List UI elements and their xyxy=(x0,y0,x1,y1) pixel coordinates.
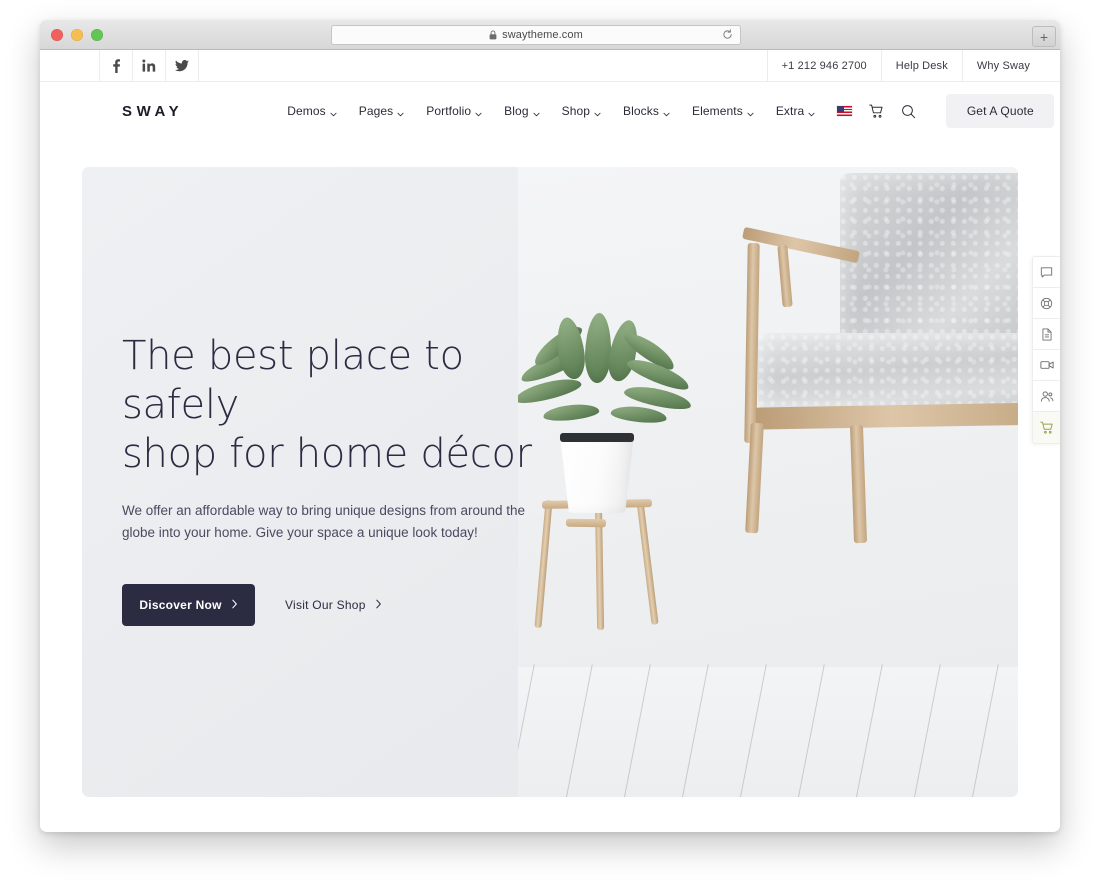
discover-now-label: Discover Now xyxy=(139,598,222,613)
minimize-button[interactable] xyxy=(71,29,83,41)
chevron-down-icon xyxy=(594,107,601,116)
nav-item-demos[interactable]: Demos xyxy=(287,104,337,118)
floating-side-rail xyxy=(1032,256,1060,444)
url-text: swaytheme.com xyxy=(502,29,583,41)
nav-item-blog[interactable]: Blog xyxy=(504,104,540,118)
nav-label: Pages xyxy=(358,104,394,118)
rail-video-camera-icon[interactable] xyxy=(1033,350,1060,381)
get-a-quote-button[interactable]: Get A Quote xyxy=(946,94,1055,128)
browser-titlebar: swaytheme.com + xyxy=(40,20,1060,50)
nav-label: Extra xyxy=(775,104,805,118)
chevron-down-icon xyxy=(808,107,815,116)
linkedin-icon[interactable] xyxy=(132,50,166,81)
nav-item-shop[interactable]: Shop xyxy=(562,104,601,118)
hero-subtitle: We offer an affordable way to bring uniq… xyxy=(122,503,526,541)
chair-seat-rail xyxy=(755,402,1018,430)
rail-cart-icon[interactable] xyxy=(1033,412,1060,443)
rail-support-circle-icon[interactable] xyxy=(1033,288,1060,319)
nav-label: Shop xyxy=(561,104,591,118)
chevron-down-icon xyxy=(475,107,482,116)
nav-item-elements[interactable]: Elements xyxy=(692,104,754,118)
hero-image xyxy=(518,167,1018,797)
lock-icon xyxy=(489,30,497,40)
search-icon[interactable] xyxy=(901,104,916,119)
visit-our-shop-label: Visit Our Shop xyxy=(285,598,366,613)
chevron-down-icon xyxy=(397,107,404,116)
hero-title: The best place to safely shop for home d… xyxy=(122,333,532,477)
discover-now-button[interactable]: Discover Now xyxy=(122,584,255,627)
nav-label: Demos xyxy=(287,104,326,118)
site-topbar: +1 212 946 2700 Help Desk Why Sway xyxy=(40,50,1060,82)
cart-icon[interactable] xyxy=(869,104,884,119)
nav-icon-group xyxy=(837,104,916,119)
nav-label: Blog xyxy=(504,104,529,118)
site-logo[interactable]: SWAY xyxy=(122,103,183,120)
us-flag-icon[interactable] xyxy=(837,106,853,116)
plant-pot-rim xyxy=(560,433,634,442)
nav-label: Elements xyxy=(691,104,743,118)
hero-copy: The best place to safely shop for home d… xyxy=(122,332,552,627)
nav-item-blocks[interactable]: Blocks xyxy=(623,104,670,118)
chevron-down-icon xyxy=(533,107,540,116)
chevron-down-icon xyxy=(663,107,670,116)
topbar-links: +1 212 946 2700 Help Desk Why Sway xyxy=(766,50,1060,81)
hero-cta-group: Discover Now Visit Our Shop xyxy=(122,584,552,627)
new-tab-button[interactable]: + xyxy=(1032,26,1056,47)
hero-section: The best place to safely shop for home d… xyxy=(82,167,1018,797)
phone-link[interactable]: +1 212 946 2700 xyxy=(766,50,881,81)
chevron-right-icon xyxy=(375,598,382,612)
nav-item-pages[interactable]: Pages xyxy=(359,104,405,118)
page-viewport: +1 212 946 2700 Help Desk Why Sway SWAY … xyxy=(40,50,1060,831)
reload-icon[interactable] xyxy=(722,29,733,40)
chair-seat-cushion xyxy=(758,333,1018,411)
visit-our-shop-link[interactable]: Visit Our Shop xyxy=(285,598,382,612)
rail-chat-icon[interactable] xyxy=(1033,257,1060,288)
plant-pot xyxy=(560,435,634,513)
nav-label: Portfolio xyxy=(426,104,472,118)
chevron-right-icon xyxy=(231,598,238,612)
rail-users-icon[interactable] xyxy=(1033,381,1060,412)
close-button[interactable] xyxy=(51,29,63,41)
window-controls xyxy=(51,29,103,41)
nav-item-portfolio[interactable]: Portfolio xyxy=(426,104,482,118)
rail-document-icon[interactable] xyxy=(1033,319,1060,350)
nav-item-extra[interactable]: Extra xyxy=(776,104,816,118)
help-desk-link[interactable]: Help Desk xyxy=(880,50,962,81)
chevron-down-icon xyxy=(747,107,754,116)
main-navigation: SWAY Demos Pages Portfolio Blog Shop Blo… xyxy=(40,82,1060,140)
plant-stand-bar xyxy=(565,518,607,528)
facebook-icon[interactable] xyxy=(99,50,133,81)
chevron-down-icon xyxy=(330,107,337,116)
hero-image-floor xyxy=(518,664,1018,797)
nav-label: Blocks xyxy=(623,104,659,118)
nav-menu: Demos Pages Portfolio Blog Shop Blocks E… xyxy=(287,104,815,118)
browser-window: swaytheme.com + +1 212 946 2700 Help Des… xyxy=(40,20,1060,832)
twitter-icon[interactable] xyxy=(165,50,199,81)
address-bar[interactable]: swaytheme.com xyxy=(331,25,741,45)
why-sway-link[interactable]: Why Sway xyxy=(961,50,1060,81)
maximize-button[interactable] xyxy=(91,29,103,41)
social-links xyxy=(99,50,199,81)
